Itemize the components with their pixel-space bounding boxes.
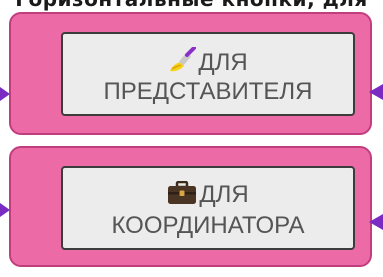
representative-button-line2: ПРЕДСТАВИТЕЛЯ [103,78,313,105]
coordinator-button[interactable]: ДЛЯ КООРДИНАТОРА [61,166,355,250]
coordinator-button-line2: КООРДИНАТОРА [111,212,305,239]
connector-arrow-left-2 [0,203,10,217]
paintbrush-icon [168,46,197,80]
header-partial-text: Горизонтальные кнопки, для [0,0,383,11]
representative-button-line1: ДЛЯ [198,49,248,76]
briefcase-icon [167,180,197,212]
coordinator-card: ДЛЯ КООРДИНАТОРА [9,146,372,267]
connector-arrow-left-1 [0,87,10,101]
coordinator-button-line1: ДЛЯ [199,181,249,208]
representative-button[interactable]: ДЛЯ ПРЕДСТАВИТЕЛЯ [61,32,355,116]
connector-arrow-right-1 [369,84,383,100]
representative-card: ДЛЯ ПРЕДСТАВИТЕЛЯ [9,12,372,135]
connector-arrow-right-2 [369,214,383,230]
